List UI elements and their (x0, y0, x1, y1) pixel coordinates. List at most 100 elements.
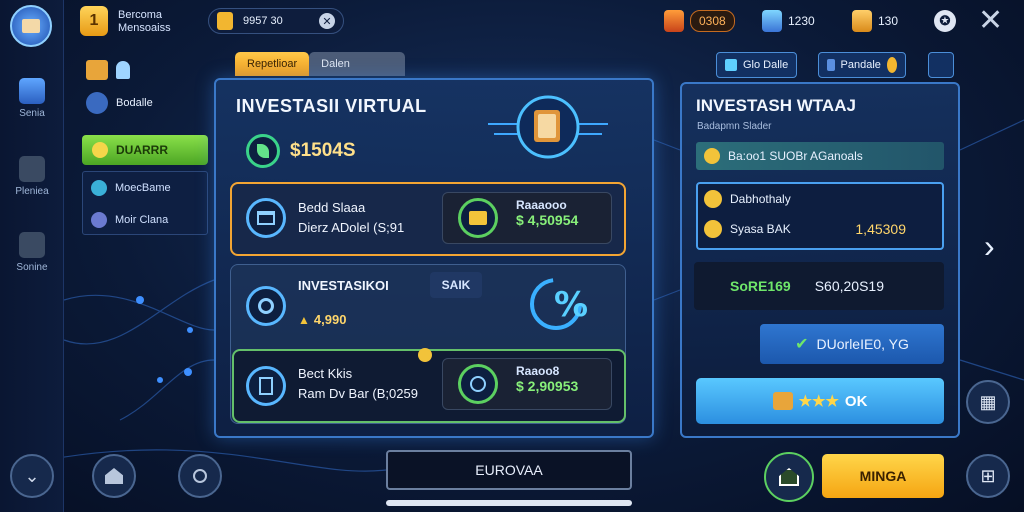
pin-icon (193, 469, 207, 483)
badge-icon (91, 212, 107, 228)
diamond-icon (91, 180, 107, 196)
gift-stat: 1230 (762, 10, 815, 32)
treasure-icon (664, 10, 684, 32)
chest-icon (217, 12, 233, 30)
close-button[interactable]: ✕ (978, 6, 1003, 36)
base-button[interactable] (764, 452, 814, 502)
pandale-button[interactable]: Pandale (818, 52, 906, 78)
side-box: MoecBame Moir Clana (82, 171, 208, 235)
right-subtitle: Badapmn Slader (697, 121, 772, 132)
card-2-tag: SAIK (441, 278, 471, 292)
balance-row: $1504S (246, 134, 356, 168)
coin-icon (704, 148, 720, 164)
home-indicator (386, 500, 632, 506)
check-shield-icon: ✔ (795, 336, 809, 353)
rail-label: Sonine (16, 262, 48, 273)
ok-button[interactable]: ★★★ OK (696, 378, 944, 424)
next-arrow[interactable]: › (984, 228, 995, 265)
side-box-label: MoecBame (115, 182, 171, 194)
card-2-title: INVESTASIKOI (298, 278, 389, 293)
teal-info-bar[interactable]: Ba:oo1 SUOBr AGanoals (696, 142, 944, 170)
scroll-icon (852, 10, 872, 32)
main-title: INVESTASII VIRTUAL (236, 96, 427, 116)
rail-label: Pleniea (15, 186, 49, 197)
card-1-tag: Raaaooo (516, 198, 567, 212)
side-box-label: Moir Clana (115, 214, 169, 226)
location-button[interactable] (178, 454, 222, 498)
card-1-value-group: Raaaooo $ 4,50954 (516, 198, 578, 228)
tab-repetlioar[interactable]: Repetlioar (235, 52, 310, 76)
button-label: Glo Dalle (743, 59, 789, 71)
side-box-item[interactable]: Moir Clana (83, 204, 207, 236)
grid-menu-button[interactable]: ▦ (966, 380, 1010, 424)
glo-dalle-button[interactable]: Glo Dalle (716, 52, 798, 78)
crate-icon (86, 60, 108, 80)
side-box-item[interactable]: MoecBame (83, 172, 207, 204)
globe-icon (458, 364, 498, 404)
chevron-down-button[interactable]: ⌄ (10, 454, 54, 498)
menu-icon: ⊞ (980, 465, 996, 486)
grid-icon: ▦ (979, 391, 997, 412)
box-icon (19, 156, 45, 182)
chevron-down-icon: ⌄ (24, 465, 40, 486)
rail-button-sonine[interactable]: Sonine (8, 232, 56, 273)
ok-label: OK (844, 392, 868, 410)
crate-icon (772, 392, 793, 410)
person-icon (116, 61, 130, 79)
card-1-text: Bedd Slaaa Dierz ADolel (S;91 (298, 198, 404, 238)
side-green-button[interactable]: DUARRR (82, 135, 208, 165)
card-1-line1: Bedd Slaaa (298, 200, 366, 215)
card-3-line2: Ram Dv Bar (B;0259 (298, 386, 418, 401)
scroll-stat: 130 (852, 10, 898, 32)
right-title: INVESTASH WTAAJ (696, 96, 856, 115)
extra-menu-button[interactable]: ⊞ (966, 454, 1010, 498)
cycle-icon (246, 286, 286, 326)
player-name-line2: Mensoaiss (118, 22, 171, 34)
level-badge: 1 (80, 6, 108, 36)
card-2-value: 4,990 (313, 312, 347, 327)
gear-icon: ✪ (939, 13, 951, 28)
dark-stat-box: SoRE169 S60,20S19 (694, 262, 944, 310)
home-button[interactable] (92, 454, 136, 498)
tab-dalen[interactable]: Dalen (309, 52, 406, 76)
rail-button-pleniea[interactable]: Pleniea (8, 156, 56, 197)
star-icon: ★★★ (798, 393, 839, 410)
resource-pill[interactable]: 9957 30 ✕ (208, 8, 344, 34)
gold-stat: 0308 (664, 10, 735, 32)
chevron-right-icon: › (984, 228, 995, 264)
teal-bar-label: Ba:oo1 SUOBr AGanoals (728, 149, 863, 163)
card-2-tag-box: SAIK (430, 272, 482, 298)
svg-text:%: % (554, 285, 588, 325)
card-3-tag: Raaoo8 (516, 364, 560, 378)
player-avatar[interactable] (10, 5, 52, 47)
shield-button[interactable] (928, 52, 954, 78)
resource-value: 9957 30 (243, 15, 283, 27)
close-icon[interactable]: ✕ (319, 13, 335, 29)
card-3-line1: Bect Kkis (298, 366, 353, 381)
percent-icon: % (528, 276, 604, 332)
bank-icon (246, 198, 286, 238)
dark-stat-value: S60,20S19 (814, 278, 884, 294)
shield-icon (704, 190, 722, 208)
side-item-bodalle[interactable]: Bodalle (86, 92, 153, 114)
coin-icon: ▲ (298, 312, 310, 327)
blue-action-button[interactable]: ✔ DUorleIE0, YG (760, 324, 944, 364)
info-row-2: Syasa BAK 1,45309 (704, 220, 934, 238)
flag-icon (827, 59, 835, 71)
badge-icon (704, 220, 722, 238)
shield-icon (92, 142, 108, 158)
coin-icon (886, 57, 897, 73)
leaf-icon (246, 134, 280, 168)
side-shortcuts[interactable] (86, 60, 130, 80)
gold-value: 0308 (690, 10, 735, 32)
europa-label: EUROVAA (475, 462, 543, 478)
rail-label: Senia (19, 108, 45, 119)
book-icon (22, 19, 40, 33)
rail-button-senia[interactable]: Senia (8, 78, 56, 119)
europa-button[interactable]: EUROVAA (386, 450, 632, 490)
card-1-line2: Dierz ADolel (S;91 (298, 220, 405, 235)
minga-button[interactable]: MINGA (822, 454, 944, 498)
settings-button[interactable]: ✪ (934, 10, 956, 32)
cube-icon (19, 232, 45, 258)
close-icon: ✕ (978, 4, 1004, 37)
